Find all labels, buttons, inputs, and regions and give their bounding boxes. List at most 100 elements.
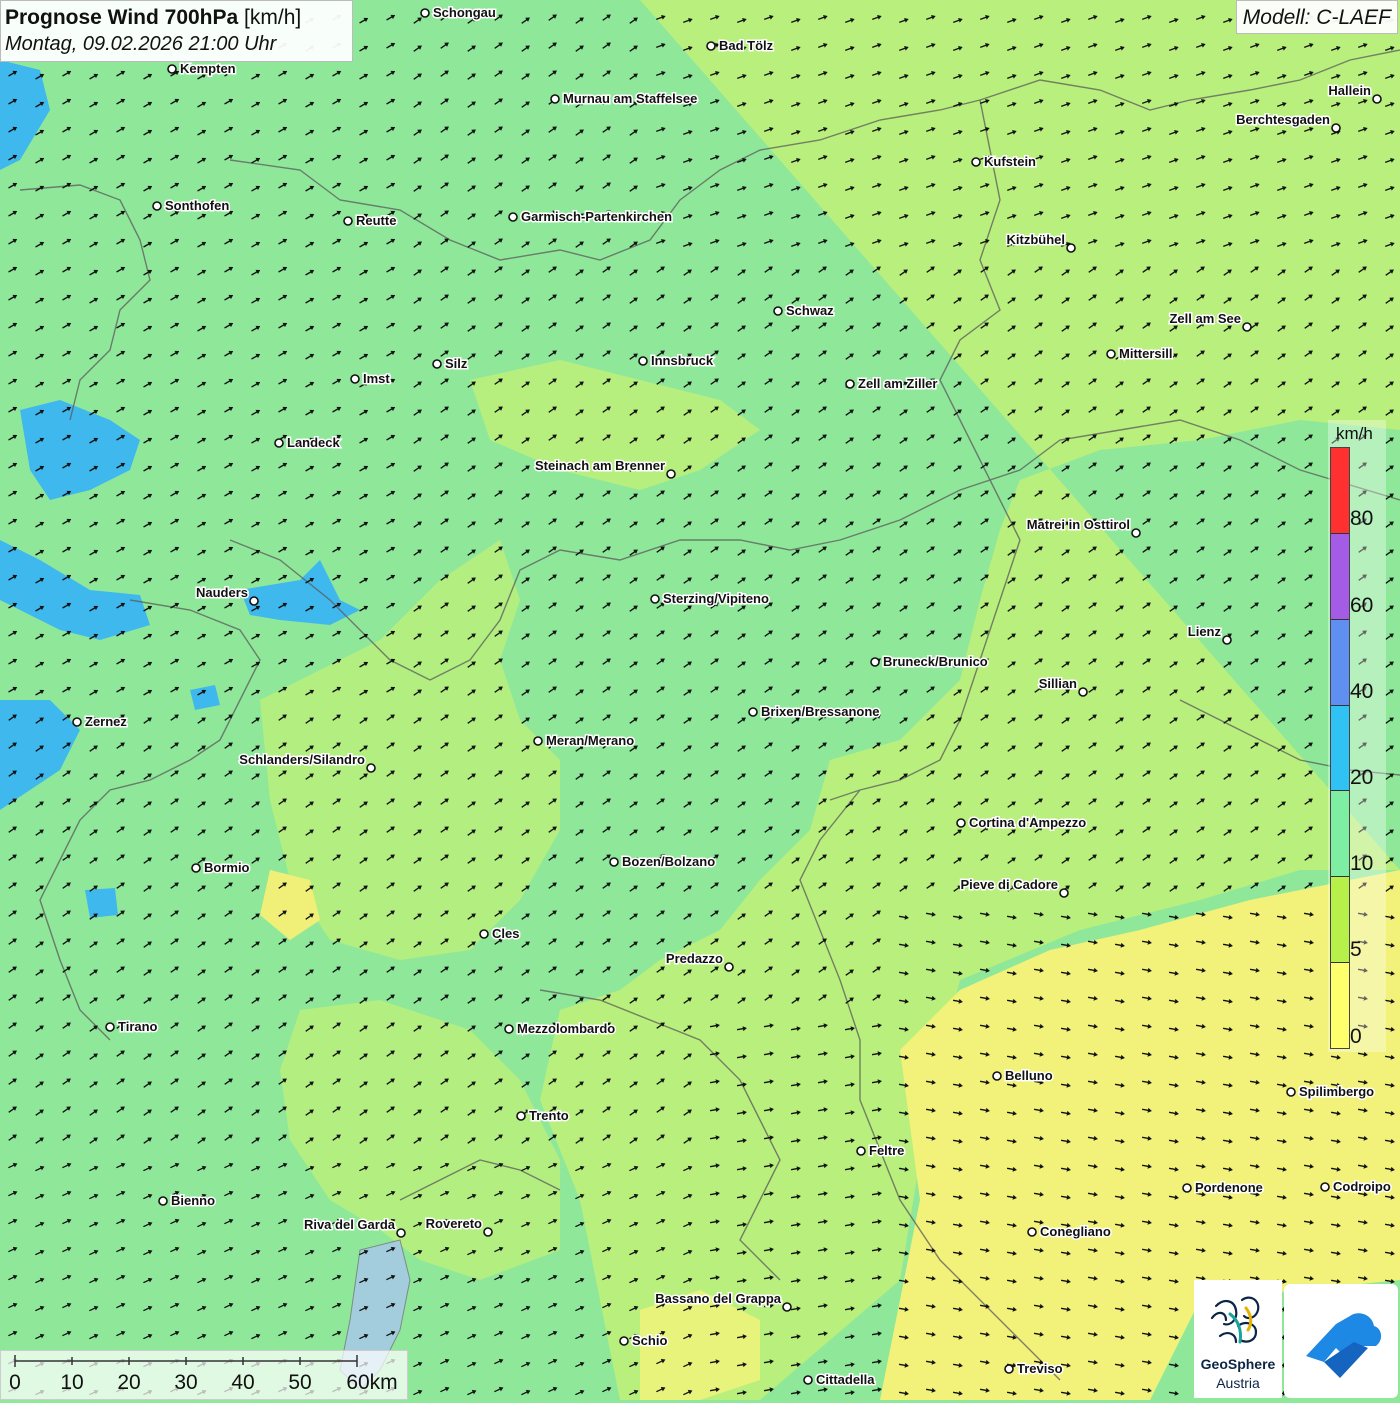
scale-label: 50 <box>288 1371 312 1394</box>
app-logo[interactable] <box>1284 1284 1398 1398</box>
legend-tick: 0 <box>1350 1025 1362 1048</box>
city-marker: Spilimbergo <box>1286 1083 1376 1101</box>
scale-label: 20 <box>117 1371 141 1394</box>
city-label: Rovereto <box>426 1216 482 1231</box>
scale-label: 10 <box>60 1371 84 1394</box>
legend-color-segment <box>1331 705 1349 792</box>
city-marker: Schongau <box>420 4 497 22</box>
city-label: Sonthofen <box>165 198 229 213</box>
city-dot <box>516 1111 526 1121</box>
scale-bar: 0 10 20 30 40 50 60km <box>0 1350 408 1400</box>
city-label: Belluno <box>1005 1068 1053 1083</box>
geosphere-country: Austria <box>1216 1375 1260 1391</box>
city-dot <box>249 596 259 606</box>
city-dot <box>152 201 162 211</box>
legend-tick: 5 <box>1350 938 1362 961</box>
city-label: Bruneck/Brunico <box>883 654 988 669</box>
city-dot <box>1182 1183 1192 1193</box>
city-label: Landeck <box>287 435 341 450</box>
city-dot <box>1372 94 1382 104</box>
city-label: Kufstein <box>984 154 1036 169</box>
city-dot <box>1027 1227 1037 1237</box>
city-dot <box>158 1196 168 1206</box>
legend-color-segment <box>1331 448 1349 534</box>
city-label: Silz <box>445 356 468 371</box>
geosphere-logo[interactable]: GeoSphere Austria <box>1194 1280 1282 1398</box>
city-dot <box>748 707 758 717</box>
legend-tick: 40 <box>1350 680 1374 703</box>
city-marker: Bozen/Bolzano <box>609 853 717 871</box>
city-label: Mittersill <box>1119 346 1172 361</box>
city-label: Innsbruck <box>651 353 714 368</box>
city-dot <box>396 1228 406 1238</box>
city-dot <box>533 736 543 746</box>
geosphere-emblem-icon <box>1210 1296 1260 1344</box>
city-dot <box>1320 1182 1330 1192</box>
city-marker: Garmisch-Partenkirchen <box>508 208 674 226</box>
city-dot <box>105 1022 115 1032</box>
city-label: Cles <box>492 926 519 941</box>
city-label: Zell am Ziller <box>858 376 937 391</box>
arrow-cloud-icon <box>1306 1313 1382 1378</box>
city-label: Conegliano <box>1040 1224 1111 1239</box>
city-dot <box>992 1071 1002 1081</box>
city-label: Schlanders/Silandro <box>239 752 365 767</box>
city-dot <box>706 41 716 51</box>
city-label: Kitzbühel <box>1007 232 1066 247</box>
city-label: Murnau am Staffelsee <box>563 91 697 106</box>
city-marker: Mezzolombardo <box>504 1020 617 1038</box>
legend-unit: km/h <box>1336 424 1373 443</box>
city-dot <box>191 863 201 873</box>
city-dot <box>870 657 880 667</box>
legend-color-segment <box>1331 963 1349 1049</box>
city-marker: Sterzing/Vipiteno <box>650 590 770 608</box>
city-label: Reutte <box>356 213 396 228</box>
city-dot <box>724 962 734 972</box>
city-dot <box>483 1227 493 1237</box>
legend-tick: 60 <box>1350 594 1374 617</box>
city-label: Zell am See <box>1169 311 1241 326</box>
city-dot <box>856 1146 866 1156</box>
city-label: Bormio <box>204 860 250 875</box>
city-label: Schongau <box>433 5 496 20</box>
city-dot <box>167 64 177 74</box>
geosphere-name: GeoSphere <box>1200 1356 1276 1372</box>
city-dot <box>773 306 783 316</box>
city-dot <box>803 1375 813 1385</box>
city-label: Hallein <box>1328 83 1371 98</box>
city-label: Cittadella <box>816 1372 875 1387</box>
city-dot <box>508 212 518 222</box>
city-label: Codroipo <box>1333 1179 1391 1194</box>
city-dot <box>350 374 360 384</box>
scale-label: 0 <box>9 1371 21 1394</box>
city-label: Steinach am Brenner <box>535 458 665 473</box>
city-dot <box>971 157 981 167</box>
city-dot <box>504 1024 514 1034</box>
city-dot <box>343 216 353 226</box>
map-title: Prognose Wind 700hPa [km/h] <box>5 4 348 31</box>
city-dot <box>1106 349 1116 359</box>
city-dot <box>845 379 855 389</box>
legend-color-segment <box>1331 791 1349 878</box>
city-label: Mezzolombardo <box>517 1021 615 1036</box>
city-label: Schio <box>632 1333 667 1348</box>
city-dot <box>1331 123 1341 133</box>
city-marker: Innsbruck <box>638 352 715 370</box>
city-label: Brixen/Bressanone <box>761 704 880 719</box>
city-dot <box>420 8 430 18</box>
scale-label: 30 <box>174 1371 198 1394</box>
city-label: Imst <box>363 371 390 386</box>
city-dot <box>72 717 82 727</box>
city-dot <box>1059 888 1069 898</box>
city-label: Meran/Merano <box>546 733 634 748</box>
city-dot <box>956 818 966 828</box>
city-dot <box>1066 243 1076 253</box>
city-dot <box>274 438 284 448</box>
title-box: Prognose Wind 700hPa [km/h] Montag, 09.0… <box>0 0 353 62</box>
city-dot <box>609 857 619 867</box>
scale-label: 40 <box>231 1371 255 1394</box>
legend-tick: 80 <box>1350 507 1374 530</box>
city-marker: Zell am Ziller <box>845 375 939 393</box>
model-label: Modell: C-LAEF <box>1235 0 1398 34</box>
city-dot <box>638 356 648 366</box>
